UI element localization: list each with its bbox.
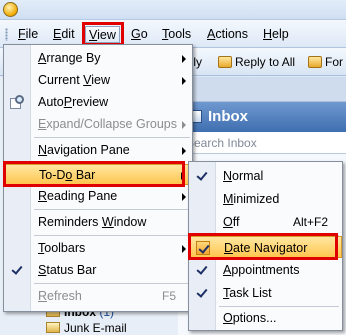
folder-junk-email[interactable]: Junk E-mail <box>46 320 127 335</box>
submenu-item-appointments[interactable]: Appointments <box>189 259 342 281</box>
submenu-arrow-icon <box>182 121 186 129</box>
checkmark-icon <box>195 169 209 183</box>
menu-item-toolbars[interactable]: Toolbars <box>4 238 192 259</box>
menu-item-reading-pane[interactable]: Reading Pane <box>4 186 192 207</box>
menu-file[interactable]: File <box>15 26 41 43</box>
menu-item-status-bar[interactable]: Status Bar <box>4 260 192 281</box>
submenu-item-minimized[interactable]: Minimized <box>189 188 342 210</box>
menu-item-refresh: Refresh F5 <box>38 289 176 303</box>
menu-item-current-view[interactable]: Current View <box>4 70 192 91</box>
menu-go[interactable]: Go <box>128 26 151 43</box>
menu-item-reminders-window[interactable]: Reminders Window <box>4 212 192 233</box>
checkmark-icon <box>195 263 209 277</box>
forward-icon <box>308 56 322 68</box>
menu-tools[interactable]: Tools <box>159 26 194 43</box>
menu-separator <box>34 137 190 138</box>
submenu-arrow-icon <box>181 172 185 180</box>
menu-item-todo-bar[interactable]: To-Do Bar <box>4 164 192 185</box>
submenu-arrow-icon <box>182 147 186 155</box>
menu-edit[interactable]: Edit <box>50 26 78 43</box>
submenu-arrow-icon <box>182 77 186 85</box>
menu-separator <box>34 209 190 210</box>
menubar-grip-handle[interactable] <box>5 28 8 41</box>
autopreview-icon <box>10 95 25 110</box>
view-dropdown-menu: Arrange By Current View AutoPreview Expa… <box>3 44 193 312</box>
menu-separator <box>34 283 190 284</box>
submenu-item-normal[interactable]: Normal <box>189 165 342 187</box>
menu-item-expand-collapse-groups: Expand/Collapse Groups <box>4 114 192 135</box>
checkmark-icon <box>10 263 24 277</box>
submenu-arrow-icon <box>182 245 186 253</box>
submenu-item-task-list[interactable]: Task List <box>189 282 342 304</box>
submenu-item-off[interactable]: Off Alt+F2 <box>189 211 342 233</box>
menu-item-autopreview[interactable]: AutoPreview <box>4 92 192 113</box>
checkmark-icon <box>195 286 209 300</box>
menu-help[interactable]: Help <box>260 26 292 43</box>
search-inbox-input[interactable]: Search Inbox <box>178 132 346 154</box>
checkmark-icon <box>196 241 210 255</box>
submenu-item-date-navigator[interactable]: Date Navigator <box>189 236 342 258</box>
submenu-item-options[interactable]: Options... <box>189 307 342 329</box>
folder-title-header: Inbox <box>178 102 346 132</box>
menu-actions[interactable]: Actions <box>204 26 251 43</box>
menu-separator <box>34 235 190 236</box>
menu-view[interactable]: View <box>85 26 120 43</box>
pane-strip <box>178 77 346 102</box>
junk-folder-icon <box>46 322 60 333</box>
submenu-arrow-icon <box>182 193 186 201</box>
reply-all-icon <box>218 56 232 68</box>
submenu-arrow-icon <box>182 55 186 63</box>
menu-item-arrange-by[interactable]: Arrange By <box>4 48 192 69</box>
todo-bar-submenu: Normal Minimized Off Alt+F2 Date Navigato… <box>188 161 343 331</box>
title-bar <box>0 0 346 20</box>
menu-item-navigation-pane[interactable]: Navigation Pane <box>4 140 192 161</box>
forward-button[interactable]: For <box>308 52 343 72</box>
outlook-app-icon[interactable] <box>3 2 18 17</box>
reply-all-button[interactable]: Reply to All <box>218 52 295 72</box>
